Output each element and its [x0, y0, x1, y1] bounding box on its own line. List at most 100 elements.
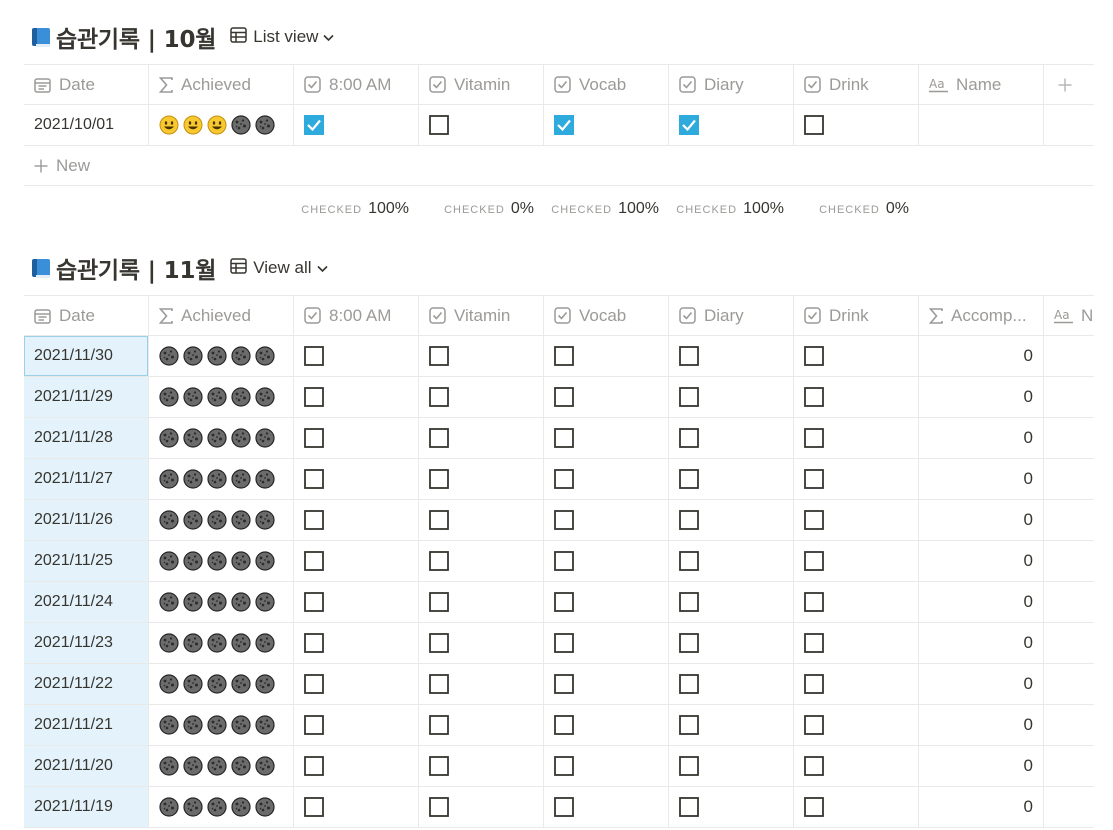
unchecked-checkbox[interactable]: [429, 715, 449, 735]
table-row[interactable]: 2021/11/21 0: [24, 705, 1094, 746]
date-cell[interactable]: 2021/11/25: [24, 541, 149, 581]
checkbox-cell-8-00-am[interactable]: [294, 377, 419, 417]
date-cell[interactable]: 2021/11/19: [24, 787, 149, 827]
checkbox-cell-drink[interactable]: [794, 746, 919, 786]
checkbox-cell-vocab[interactable]: [544, 541, 669, 581]
unchecked-checkbox[interactable]: [554, 592, 574, 612]
date-cell[interactable]: 2021/11/29: [24, 377, 149, 417]
column-header-drink[interactable]: Drink: [794, 296, 919, 335]
name-cell[interactable]: [919, 105, 1044, 145]
unchecked-checkbox[interactable]: [804, 387, 824, 407]
new-row-button[interactable]: New: [24, 146, 1094, 186]
checkbox-cell-drink[interactable]: [794, 582, 919, 622]
column-header-8-00-am[interactable]: 8:00 AM: [294, 296, 419, 335]
checkbox-cell-8-00-am[interactable]: [294, 418, 419, 458]
checkbox-cell-8-00-am[interactable]: [294, 746, 419, 786]
column-header-vocab[interactable]: Vocab: [544, 65, 669, 104]
unchecked-checkbox[interactable]: [554, 674, 574, 694]
unchecked-checkbox[interactable]: [429, 387, 449, 407]
name-cell[interactable]: [1044, 336, 1094, 376]
unchecked-checkbox[interactable]: [429, 756, 449, 776]
date-cell[interactable]: 2021/11/30: [24, 336, 149, 376]
column-header-na[interactable]: Aa Na: [1044, 296, 1094, 335]
unchecked-checkbox[interactable]: [304, 428, 324, 448]
checkbox-cell-vitamin[interactable]: [419, 582, 544, 622]
unchecked-checkbox[interactable]: [679, 715, 699, 735]
table-row[interactable]: 2021/11/25 0: [24, 541, 1094, 582]
checkbox-cell-8-00-am[interactable]: [294, 705, 419, 745]
november-database-title[interactable]: 습관기록 | 11월: [56, 251, 216, 285]
checkbox-cell-diary[interactable]: [669, 500, 794, 540]
checkbox-cell-vocab[interactable]: [544, 787, 669, 827]
date-cell[interactable]: 2021/11/20: [24, 746, 149, 786]
unchecked-checkbox[interactable]: [429, 115, 449, 135]
table-row[interactable]: 2021/11/22 0: [24, 664, 1094, 705]
checkbox-cell-drink[interactable]: [794, 705, 919, 745]
checkbox-cell-vitamin[interactable]: [419, 623, 544, 663]
calculation-vocab[interactable]: CHECKED 100%: [544, 200, 669, 218]
checkbox-cell-drink[interactable]: [794, 500, 919, 540]
column-header-date[interactable]: Date: [24, 65, 149, 104]
october-view-switcher[interactable]: List view: [230, 26, 334, 48]
unchecked-checkbox[interactable]: [554, 551, 574, 571]
date-cell[interactable]: 2021/11/23: [24, 623, 149, 663]
unchecked-checkbox[interactable]: [304, 510, 324, 530]
name-cell[interactable]: [1044, 500, 1094, 540]
october-database-title[interactable]: 습관기록 | 10월: [56, 20, 216, 54]
checkbox-cell-vocab[interactable]: [544, 623, 669, 663]
checkbox-cell-vocab[interactable]: [544, 459, 669, 499]
date-cell[interactable]: 2021/11/27: [24, 459, 149, 499]
unchecked-checkbox[interactable]: [304, 674, 324, 694]
checkbox-cell-8-00-am[interactable]: [294, 623, 419, 663]
unchecked-checkbox[interactable]: [804, 633, 824, 653]
name-cell[interactable]: [1044, 746, 1094, 786]
checkbox-cell-8-00-am[interactable]: [294, 664, 419, 704]
checkbox-cell-drink[interactable]: [794, 664, 919, 704]
column-header-date[interactable]: Date: [24, 296, 149, 335]
unchecked-checkbox[interactable]: [804, 592, 824, 612]
checkbox-cell-drink[interactable]: [794, 418, 919, 458]
checked-checkbox[interactable]: [679, 115, 699, 135]
checkbox-cell-drink[interactable]: [794, 623, 919, 663]
unchecked-checkbox[interactable]: [679, 592, 699, 612]
column-header-8-00-am[interactable]: 8:00 AM: [294, 65, 419, 104]
unchecked-checkbox[interactable]: [554, 756, 574, 776]
checkbox-cell-vitamin[interactable]: [419, 459, 544, 499]
checkbox-cell-8-00-am[interactable]: [294, 787, 419, 827]
add-property-button[interactable]: [1044, 65, 1094, 104]
unchecked-checkbox[interactable]: [554, 510, 574, 530]
unchecked-checkbox[interactable]: [429, 551, 449, 571]
checkbox-cell-diary[interactable]: [669, 705, 794, 745]
checkbox-cell-vitamin[interactable]: [419, 336, 544, 376]
unchecked-checkbox[interactable]: [429, 674, 449, 694]
unchecked-checkbox[interactable]: [304, 756, 324, 776]
checkbox-cell-diary[interactable]: [669, 541, 794, 581]
unchecked-checkbox[interactable]: [804, 715, 824, 735]
unchecked-checkbox[interactable]: [554, 387, 574, 407]
unchecked-checkbox[interactable]: [554, 715, 574, 735]
checkbox-cell-8-00-am[interactable]: [294, 541, 419, 581]
unchecked-checkbox[interactable]: [804, 428, 824, 448]
checkbox-cell-vocab[interactable]: [544, 705, 669, 745]
unchecked-checkbox[interactable]: [429, 469, 449, 489]
date-cell[interactable]: 2021/11/24: [24, 582, 149, 622]
checkbox-cell-vitamin[interactable]: [419, 664, 544, 704]
column-header-diary[interactable]: Diary: [669, 65, 794, 104]
calculation-drink[interactable]: CHECKED 0%: [794, 200, 919, 218]
column-header-diary[interactable]: Diary: [669, 296, 794, 335]
unchecked-checkbox[interactable]: [679, 633, 699, 653]
checkbox-cell-8-00-am[interactable]: [294, 582, 419, 622]
unchecked-checkbox[interactable]: [804, 510, 824, 530]
checkbox-cell-vitamin[interactable]: [419, 377, 544, 417]
checkbox-cell-vocab[interactable]: [544, 746, 669, 786]
calculation-8-00-am[interactable]: CHECKED 100%: [294, 200, 419, 218]
unchecked-checkbox[interactable]: [429, 510, 449, 530]
date-cell[interactable]: 2021/11/28: [24, 418, 149, 458]
column-header-accomp[interactable]: Accomp...: [919, 296, 1044, 335]
unchecked-checkbox[interactable]: [804, 797, 824, 817]
column-header-vitamin[interactable]: Vitamin: [419, 65, 544, 104]
unchecked-checkbox[interactable]: [554, 797, 574, 817]
checkbox-cell-vocab[interactable]: [544, 500, 669, 540]
checkbox-cell-vocab[interactable]: [544, 377, 669, 417]
checkbox-cell-diary[interactable]: [669, 418, 794, 458]
